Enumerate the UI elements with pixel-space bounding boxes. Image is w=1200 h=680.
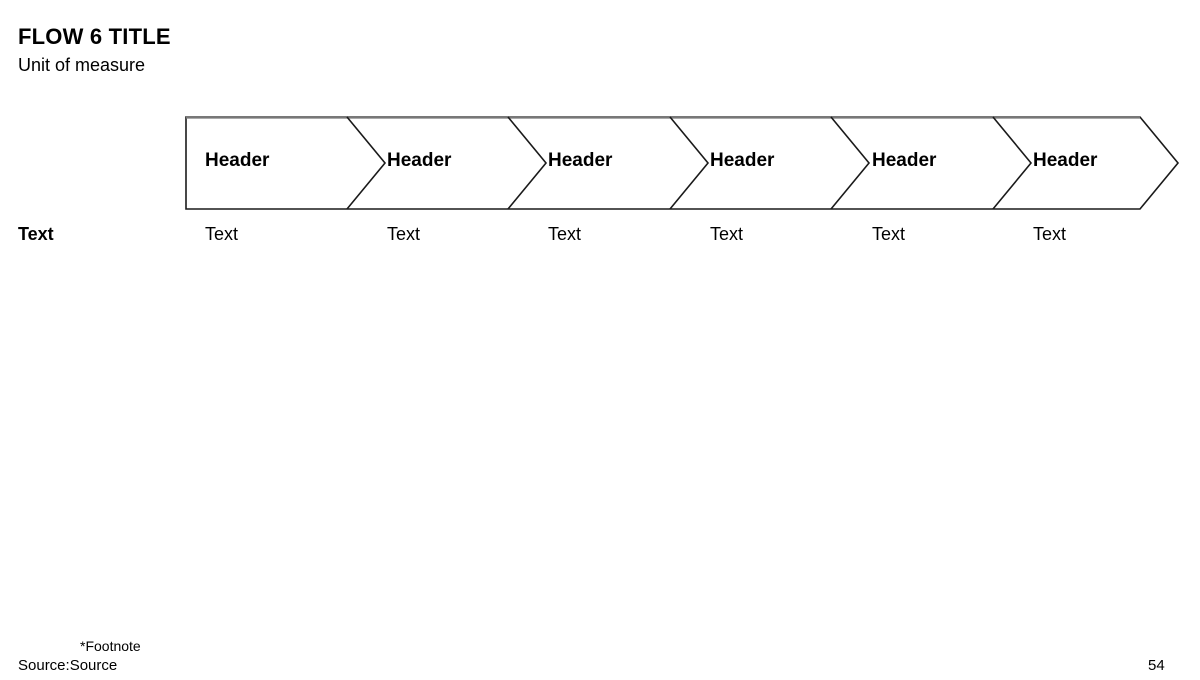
flow-segment-text-3: Text [548,224,582,244]
flow-text-row: Text Text Text Text Text Text Text [0,221,1200,249]
flow-segment-text-4: Text [710,224,744,244]
page-subtitle: Unit of measure [18,55,146,75]
source-line: Source:Source [18,657,118,674]
slide-canvas: FLOW 6 TITLE Unit of measure Header Head… [0,0,1200,680]
flow-row-label: Text [18,224,54,244]
footnote: *Footnote [80,638,141,654]
flow-segment-text-6: Text [1033,224,1067,244]
page-title: FLOW 6 TITLE [18,24,171,49]
flow-chevron-shapes [185,116,1180,210]
title-block: FLOW 6 TITLE Unit of measure [18,24,718,76]
flow-diagram: Header Header Header Header Header Heade… [185,116,1180,210]
flow-segment-text-2: Text [387,224,421,244]
flow-segment-text-1: Text [205,224,239,244]
page-number: 54 [1148,657,1165,674]
flow-segment-text-5: Text [872,224,906,244]
